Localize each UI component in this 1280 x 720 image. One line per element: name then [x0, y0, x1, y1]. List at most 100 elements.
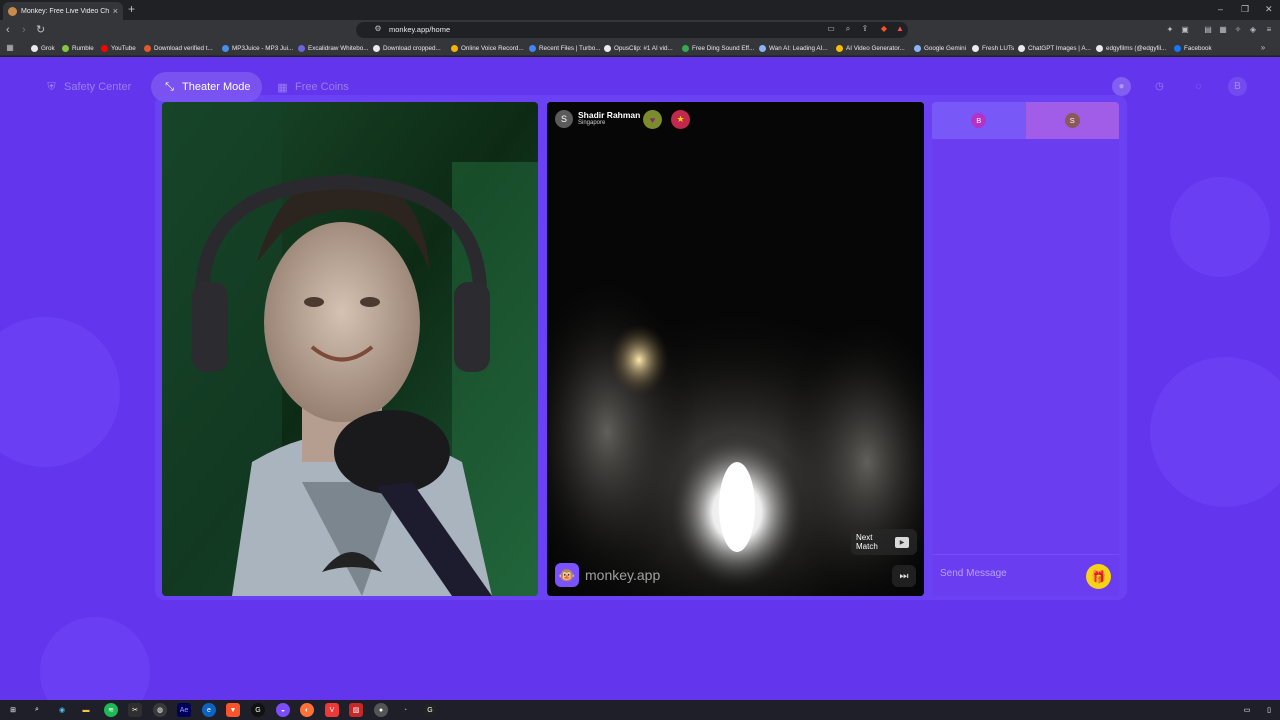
wallet-icon[interactable]: ◈: [1248, 25, 1258, 35]
app-teal-icon[interactable]: ◔: [398, 703, 412, 717]
notification-icon[interactable]: ▭: [1240, 703, 1254, 717]
app-purple-icon[interactable]: ◒: [276, 703, 290, 717]
restore-icon[interactable]: ❐: [1241, 3, 1249, 15]
bookmark-item[interactable]: Facebook: [1174, 43, 1212, 53]
firefox-icon[interactable]: ◐: [300, 703, 314, 717]
safety-center-button[interactable]: ⛨ Safety Center: [33, 72, 143, 102]
message-input[interactable]: Send Message: [940, 568, 1007, 579]
bookmark-label: Download cropped...: [383, 44, 441, 52]
bookmark-item[interactable]: Grok: [31, 43, 55, 53]
remote-camera-feed: [547, 102, 924, 596]
browser-tab-active[interactable]: Monkey: Free Live Video Chat ×: [3, 2, 123, 20]
bookmark-label: ChatGPT Images | A...: [1028, 44, 1091, 52]
tab-search-icon[interactable]: ▦: [1218, 25, 1228, 35]
bookmark-favicon-icon: [914, 44, 921, 52]
os-taskbar: [0, 700, 1280, 720]
background-blob: [1150, 357, 1280, 507]
screenshot-icon[interactable]: ▣: [1180, 25, 1190, 35]
bookmark-favicon-icon: [604, 44, 611, 52]
chat-tab-peer[interactable]: S: [1025, 102, 1119, 139]
brave-shield-icon[interactable]: ◆: [879, 24, 889, 34]
bookmark-favicon-icon: [529, 44, 536, 52]
bookmark-label: Fresh LUTs: [982, 44, 1015, 52]
bookmark-favicon-icon: [1096, 44, 1103, 52]
copilot-icon[interactable]: ◉: [55, 703, 69, 717]
heart-badge-icon[interactable]: ♥: [643, 110, 662, 129]
reload-icon[interactable]: ↻: [36, 23, 45, 37]
zoom-icon[interactable]: ⌕: [843, 24, 853, 34]
sidebar-icon[interactable]: ▤: [1203, 25, 1213, 35]
bookmark-item[interactable]: Free Ding Sound Eff...: [682, 43, 754, 53]
self-avatar: B: [971, 113, 987, 128]
site-info-icon[interactable]: ⚙: [373, 24, 383, 34]
extension-icon[interactable]: ✦: [1165, 25, 1175, 35]
forward-icon[interactable]: ›: [22, 23, 26, 37]
search-icon[interactable]: ⌕: [30, 703, 44, 717]
bookmark-favicon-icon: [298, 44, 305, 52]
coin-icon: ▦: [277, 81, 288, 94]
menu-icon[interactable]: ≡: [1264, 25, 1274, 35]
obs-icon[interactable]: ◍: [153, 703, 167, 717]
chat-tab-self[interactable]: B: [932, 102, 1026, 139]
history-icon[interactable]: ◷: [1150, 77, 1169, 96]
brave-rewards-icon[interactable]: ▲: [895, 24, 905, 34]
messages-icon[interactable]: ◌: [1189, 77, 1208, 96]
app-g-icon[interactable]: G: [251, 703, 265, 717]
url-text[interactable]: monkey.app/home: [389, 25, 450, 34]
edge-icon[interactable]: e: [202, 703, 216, 717]
bookmark-item[interactable]: Excalidraw Whitebo...: [298, 43, 369, 53]
bookmark-item[interactable]: edgyfilms (@edgyfil...: [1096, 43, 1166, 53]
next-match-button[interactable]: Next Match ▶: [851, 529, 917, 555]
capcut-icon[interactable]: ✂: [128, 703, 142, 717]
vivaldi-icon[interactable]: V: [325, 703, 339, 717]
monkey-brand: 🐵 monkey.app: [555, 563, 660, 587]
close-tab-icon[interactable]: ×: [113, 6, 118, 16]
bookmark-item[interactable]: Google Gemini: [914, 43, 966, 53]
bookmark-label: Excalidraw Whitebo...: [308, 44, 369, 52]
spotify-icon[interactable]: ≋: [104, 703, 118, 717]
apps-grid-icon[interactable]: ▦: [5, 43, 15, 53]
new-tab-icon[interactable]: +: [128, 3, 135, 15]
more-bookmarks-icon[interactable]: »: [1258, 43, 1268, 53]
local-video: [162, 102, 538, 596]
after-effects-icon[interactable]: Ae: [177, 703, 191, 717]
cast-icon[interactable]: ▭: [826, 24, 836, 34]
bookmark-item[interactable]: Rumble: [62, 43, 94, 53]
bookmark-label: AI Video Generator...: [846, 44, 905, 52]
bookmark-favicon-icon: [972, 44, 979, 52]
file-explorer-icon[interactable]: ▬: [79, 703, 93, 717]
bookmark-item[interactable]: Wan AI: Leading AI...: [759, 43, 828, 53]
bookmark-item[interactable]: MP3Juice - MP3 Jui...: [222, 43, 293, 53]
peer-avatar[interactable]: S: [555, 110, 573, 128]
bookmark-item[interactable]: Online Voice Record...: [451, 43, 524, 53]
bookmark-item[interactable]: OpusClip: #1 AI vid...: [604, 43, 673, 53]
bookmark-item[interactable]: YouTube: [101, 43, 136, 53]
bookmark-item[interactable]: Download verified t...: [144, 43, 213, 53]
app-g2-icon[interactable]: G: [423, 703, 437, 717]
app-gray-icon[interactable]: ●: [374, 703, 388, 717]
peer-info[interactable]: S Shadir Rahman Singapore: [555, 110, 640, 128]
bookmark-item[interactable]: Download cropped...: [373, 43, 441, 53]
close-window-icon[interactable]: ✕: [1265, 3, 1273, 15]
ai-leo-icon[interactable]: ✧: [1233, 25, 1243, 35]
skip-forward-button[interactable]: ⏭: [892, 565, 916, 587]
bookmark-item[interactable]: Recent Files | Turbo...: [529, 43, 600, 53]
share-icon[interactable]: ⇪: [860, 24, 870, 34]
back-icon[interactable]: ‹: [6, 23, 10, 37]
shield-icon: ⛨: [47, 80, 56, 93]
gift-button[interactable]: 🎁: [1086, 564, 1111, 589]
user-avatar[interactable]: B: [1228, 77, 1247, 96]
bookmark-label: Wan AI: Leading AI...: [769, 44, 828, 52]
bookmark-item[interactable]: Fresh LUTs: [972, 43, 1014, 53]
gift-badge-icon[interactable]: ★: [671, 110, 690, 129]
app-red-icon[interactable]: ▨: [349, 703, 363, 717]
brave-icon[interactable]: ▼: [226, 703, 240, 717]
bookmark-label: Rumble: [72, 44, 94, 52]
profile-photo-icon[interactable]: ●: [1112, 77, 1131, 96]
windows-start-icon[interactable]: ⊞: [6, 703, 20, 717]
bookmark-label: Download verified t...: [154, 44, 213, 52]
peer-name: Shadir Rahman: [578, 110, 641, 120]
bookmark-item[interactable]: AI Video Generator...: [836, 43, 905, 53]
minimize-icon[interactable]: –: [1218, 3, 1223, 15]
bookmark-item[interactable]: ChatGPT Images | A...: [1018, 43, 1091, 53]
